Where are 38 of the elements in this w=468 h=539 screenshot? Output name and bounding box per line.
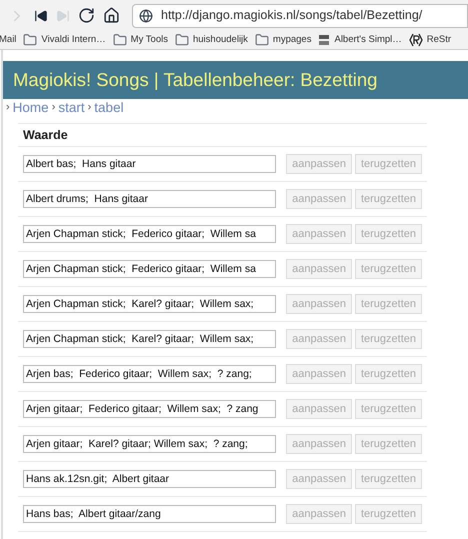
- reload-icon[interactable]: [78, 7, 95, 24]
- bookmark-item[interactable]: mypages: [254, 32, 312, 48]
- site-icon: [318, 34, 330, 46]
- column-header: Waarde: [23, 126, 68, 144]
- value-field[interactable]: Hans bas; Albert gitaar/zang: [23, 505, 276, 523]
- address-field[interactable]: http://django.magiokis.nl/songs/tabel/Bezetting/: [132, 4, 468, 28]
- breadcrumb-separator: ›: [5, 102, 11, 113]
- folder-icon: [112, 33, 127, 47]
- bookmark-item[interactable]: huishoudelijk: [174, 32, 248, 48]
- value-field[interactable]: Hans ak.12sn.git; Albert gitaar: [23, 470, 276, 488]
- value-field[interactable]: Arjen Chapman stick; Karel? gitaar; Willem sax;: [23, 330, 276, 348]
- value-field[interactable]: Arjen Chapman stick; Federico gitaar; Willem sa: [23, 260, 276, 278]
- globe-icon: [139, 8, 153, 22]
- value-field[interactable]: Arjen gitaar; Federico gitaar; Willem sax; ? zang: [23, 400, 276, 418]
- breadcrumb-separator: ›: [86, 102, 92, 113]
- value-field[interactable]: Albert drums; Hans gitaar: [23, 190, 276, 208]
- value-field[interactable]: Arjen Chapman stick; Federico gitaar; Willem sa: [23, 225, 276, 243]
- folder-icon: [254, 33, 269, 47]
- bookmark-item[interactable]: Mail: [0, 32, 16, 48]
- url-text: http://django.magiokis.nl/songs/tabel/Bezetting/: [161, 7, 422, 24]
- page-title: Magiokis! Songs | Tabellenbeheer: Bezetting: [13, 68, 378, 92]
- bracket-r-icon: [408, 33, 423, 47]
- value-field[interactable]: Arjen gitaar; Karel? gitaar; Willem sax; ? zang;: [23, 435, 276, 453]
- value-field[interactable]: Arjen bas; Federico gitaar; Willem sax; ? zang;: [23, 365, 276, 383]
- bookmark-item[interactable]: Vivaldi Intern…: [23, 32, 106, 48]
- breadcrumb-separator: ›: [50, 102, 56, 113]
- value-field[interactable]: Arjen Chapman stick; Karel? gitaar; Willem sax;: [23, 295, 276, 313]
- bookmark-item[interactable]: ReStr: [408, 32, 452, 48]
- breadcrumb-link[interactable]: Home: [12, 100, 49, 114]
- breadcrumb-link[interactable]: start: [58, 100, 85, 114]
- bookmark-item[interactable]: Albert's Simpl…: [318, 32, 402, 48]
- folder-icon: [23, 33, 38, 47]
- home-icon[interactable]: [103, 7, 120, 24]
- bookmark-item[interactable]: My Tools: [112, 32, 168, 48]
- value-field[interactable]: Albert bas; Hans gitaar: [23, 155, 276, 173]
- breadcrumb-link[interactable]: tabel: [94, 100, 124, 114]
- skip-back-icon[interactable]: [34, 8, 48, 22]
- folder-icon: [174, 33, 189, 47]
